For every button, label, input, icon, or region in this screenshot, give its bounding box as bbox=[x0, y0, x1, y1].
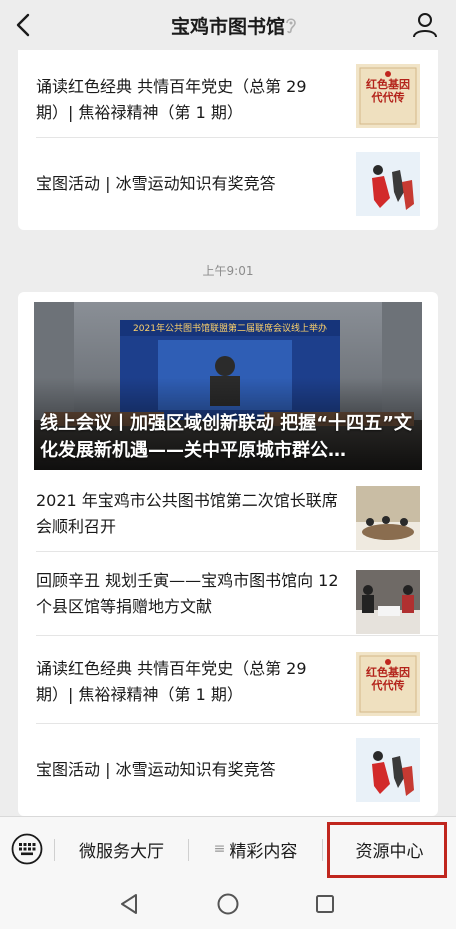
list-item[interactable]: 诵读红色经典 共情百年党史（总第 29 期）| 焦裕禄精神（第 1 期） 红色基… bbox=[18, 50, 438, 138]
article-thumbnail bbox=[356, 570, 420, 634]
hero-caption: 线上会议丨加强区域创新联动 把握“十四五”文化发展新机遇——关中平原城市群公… bbox=[40, 413, 412, 461]
article-title: 诵读红色经典 共情百年党史（总第 29 期）| 焦裕禄精神（第 1 期） bbox=[36, 77, 307, 122]
list-item[interactable]: 宝图活动 | 冰雪运动知识有奖竞答 bbox=[18, 724, 438, 816]
recents-square-icon[interactable] bbox=[314, 892, 336, 916]
highlight-box bbox=[327, 822, 447, 878]
article-title: 回顾辛丑 规划壬寅——宝鸡市图书馆向 12 个县区馆等捐赠地方文献 bbox=[36, 571, 339, 616]
hero-banner-text: 2021年公共图书馆联盟第二届联席会议线上举办 bbox=[133, 324, 327, 334]
article-thumbnail bbox=[356, 486, 420, 550]
article-thumbnail: 红色基因代代传 bbox=[356, 64, 420, 128]
menu-list-icon: ≡ bbox=[213, 841, 226, 857]
article-thumbnail: 红色基因代代传 bbox=[356, 652, 420, 716]
article-title: 宝图活动 | 冰雪运动知识有奖竞答 bbox=[36, 760, 276, 779]
system-nav-bar bbox=[0, 880, 456, 929]
home-circle-icon[interactable] bbox=[216, 892, 240, 916]
person-icon[interactable] bbox=[412, 11, 438, 39]
menu-featured-content[interactable]: ≡ 精彩内容 bbox=[189, 817, 322, 881]
message-timestamp: 上午9:01 bbox=[202, 264, 254, 278]
article-thumbnail bbox=[356, 738, 420, 802]
thumbnail-caption: 红色基因代代传 bbox=[366, 78, 410, 104]
article-title: 诵读红色经典 共情百年党史（总第 29 期）| 焦裕禄精神（第 1 期） bbox=[36, 659, 307, 704]
list-item[interactable]: 回顾辛丑 规划壬寅——宝鸡市图书馆向 12 个县区馆等捐赠地方文献 bbox=[18, 552, 438, 636]
back-triangle-icon[interactable] bbox=[118, 892, 140, 916]
keyboard-icon[interactable] bbox=[11, 833, 43, 865]
menu-label: 精彩内容 bbox=[229, 841, 298, 862]
article-title: 2021 年宝鸡市公共图书馆第二次馆长联席会顺利召开 bbox=[36, 491, 338, 536]
bottom-menu: 微服务大厅 ≡ 精彩内容 资源中心 bbox=[0, 816, 456, 880]
article-card-previous: 诵读红色经典 共情百年党史（总第 29 期）| 焦裕禄精神（第 1 期） 红色基… bbox=[18, 50, 438, 230]
hero-article[interactable]: 2021年公共图书馆联盟第二届联席会议线上举办 线上会议丨加强区域创新联动 把握… bbox=[34, 302, 422, 470]
top-bar: 宝鸡市图书馆 bbox=[0, 0, 456, 50]
article-title: 宝图活动 | 冰雪运动知识有奖竞答 bbox=[36, 174, 276, 193]
list-item[interactable]: 诵读红色经典 共情百年党史（总第 29 期）| 焦裕禄精神（第 1 期） 红色基… bbox=[18, 636, 438, 724]
thumbnail-caption: 红色基因代代传 bbox=[366, 666, 410, 692]
article-card: 2021年公共图书馆联盟第二届联席会议线上举办 线上会议丨加强区域创新联动 把握… bbox=[18, 292, 438, 816]
list-item[interactable]: 2021 年宝鸡市公共图书馆第二次馆长联席会顺利召开 bbox=[18, 472, 438, 552]
menu-micro-service-hall[interactable]: 微服务大厅 bbox=[55, 817, 188, 881]
page-title: 宝鸡市图书馆 bbox=[170, 16, 285, 38]
article-thumbnail bbox=[356, 152, 420, 216]
earpiece-icon bbox=[286, 18, 296, 34]
list-item[interactable]: 宝图活动 | 冰雪运动知识有奖竞答 bbox=[18, 138, 438, 230]
